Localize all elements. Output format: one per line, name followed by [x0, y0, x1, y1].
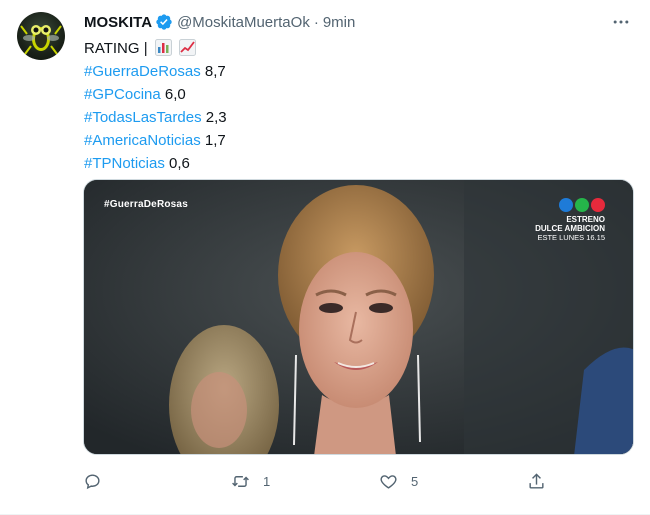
bar-chart-emoji-icon — [154, 39, 172, 56]
tweet-timestamp[interactable]: 9min — [323, 14, 356, 31]
rating-line: #TPNoticias 0,6 — [84, 152, 227, 175]
author-name[interactable]: MOSKITA — [84, 14, 152, 31]
rating-line: #GPCocina 6,0 — [84, 83, 227, 106]
reply-button[interactable] — [83, 470, 115, 492]
avatar[interactable] — [17, 12, 65, 60]
rating-value: 0,6 — [169, 155, 190, 172]
retweet-count: 1 — [263, 473, 271, 489]
mosquito-avatar-icon — [20, 25, 62, 55]
like-count: 5 — [411, 473, 419, 489]
hashtag-link[interactable]: #GPCocina — [84, 86, 161, 103]
rating-value: 6,0 — [164, 86, 186, 103]
reply-icon — [83, 472, 102, 491]
rating-value: 8,7 — [204, 63, 226, 80]
rating-value: 2,3 — [205, 109, 227, 126]
author-handle[interactable]: @MoskitaMuertaOk — [177, 14, 310, 31]
verified-badge-icon — [155, 13, 173, 31]
channel-logo-icon — [535, 198, 605, 212]
tweet-card[interactable]: MOSKITA @MoskitaMuertaOk · 9min RATING | — [0, 0, 650, 515]
rating-value: 1,7 — [204, 132, 226, 149]
rating-line: #GuerraDeRosas 8,7 — [84, 60, 227, 83]
rating-header-line: RATING | — [84, 37, 227, 60]
retweet-button[interactable]: 1 — [231, 470, 270, 492]
promo-line-2: DULCE AMBICION — [535, 224, 605, 233]
chart-increasing-emoji-icon — [178, 39, 196, 56]
promo-line-3: ESTE LUNES 16.15 — [537, 233, 605, 242]
hashtag-link[interactable]: #TodasLasTardes — [84, 109, 202, 126]
share-button[interactable] — [527, 470, 559, 492]
media-hashtag-overlay: #GuerraDeRosas — [104, 199, 188, 210]
rating-header-label: RATING | — [84, 40, 148, 57]
retweet-icon — [231, 472, 250, 491]
share-icon — [527, 472, 546, 491]
rating-line: #TodasLasTardes 2,3 — [84, 106, 227, 129]
promo-overlay: ESTRENO DULCE AMBICION ESTE LUNES 16.15 — [535, 198, 605, 242]
tweet-media[interactable]: #GuerraDeRosas ESTRENO DULCE AMBICION ES… — [83, 179, 634, 455]
heart-icon — [379, 472, 398, 491]
tweet-text: RATING | #GuerraDeRosas 8,7 #GPCocina 6,… — [84, 37, 227, 175]
hashtag-link[interactable]: #TPNoticias — [84, 155, 165, 172]
tweet-actions: 1 5 — [83, 470, 553, 492]
promo-line-1: ESTRENO — [566, 215, 605, 224]
hashtag-link[interactable]: #GuerraDeRosas — [84, 63, 201, 80]
like-button[interactable]: 5 — [379, 470, 418, 492]
rating-line: #AmericaNoticias 1,7 — [84, 129, 227, 152]
tweet-header: MOSKITA @MoskitaMuertaOk · 9min — [84, 12, 355, 32]
more-options-icon[interactable] — [610, 12, 632, 32]
separator: · — [313, 13, 319, 31]
hashtag-link[interactable]: #AmericaNoticias — [84, 132, 201, 149]
